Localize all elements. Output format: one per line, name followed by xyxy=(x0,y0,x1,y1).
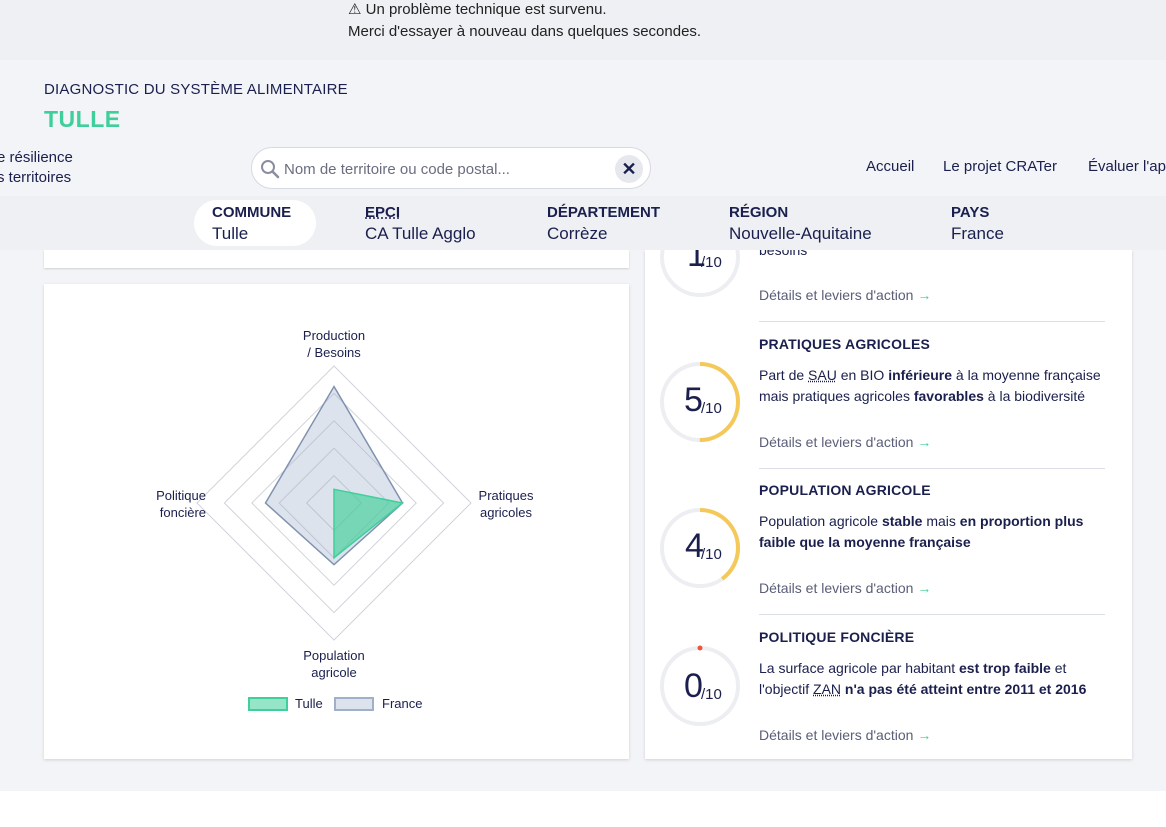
score-denominator: /10 xyxy=(701,686,722,703)
politique-text: La surface agricole par habitant est tro… xyxy=(759,660,1087,697)
brand-line-2[interactable]: s territoires xyxy=(0,169,71,186)
brand-line-1[interactable]: e résilience xyxy=(0,149,73,166)
score-gauge-population: 4 /10 xyxy=(657,505,743,591)
production-details-link[interactable]: Détails et leviers d'action → xyxy=(759,287,931,303)
legend-swatch-tulle xyxy=(248,697,288,711)
search-icon xyxy=(261,160,280,179)
previous-card xyxy=(44,250,629,268)
level-commune[interactable]: COMMUNE Tulle xyxy=(194,200,316,246)
politique-title: POLITIQUE FONCIÈRE xyxy=(759,629,915,645)
axis-label-population: Population agricole xyxy=(303,648,365,680)
legend-label-tulle: Tulle xyxy=(295,696,323,711)
legend-label-france: France xyxy=(382,696,423,711)
population-text: Population agricole stable mais en propo… xyxy=(759,513,1084,550)
nav-home[interactable]: Accueil xyxy=(866,158,914,175)
divider xyxy=(759,468,1105,469)
nav-project[interactable]: Le projet CRATer xyxy=(943,158,1057,175)
legend-swatch-france xyxy=(334,697,374,711)
gauge-zero-dot xyxy=(697,645,703,651)
axis-label-politique: Politique foncière xyxy=(156,488,206,520)
nav-evaluate[interactable]: Évaluer l'ap xyxy=(1088,158,1166,175)
error-message: ⚠ Un problème technique est survenu. xyxy=(348,1,607,18)
territory-levels: COMMUNE Tulle EPCI CA Tulle Agglo DÉPART… xyxy=(0,196,1166,250)
territory-name: TULLE xyxy=(44,106,121,132)
pratiques-text: Part de SAU en BIO inférieure à la moyen… xyxy=(759,367,1101,404)
diagnostic-title: DIAGNOSTIC DU SYSTÈME ALIMENTAIRE xyxy=(44,81,348,98)
radar-card: Production / Besoins Pratiques agricoles P… xyxy=(44,284,629,759)
population-details-link[interactable]: Détails et leviers d'action → xyxy=(759,580,931,596)
divider xyxy=(759,321,1105,322)
pratiques-title: PRATIQUES AGRICOLES xyxy=(759,336,931,352)
clear-search-button[interactable]: ✕ xyxy=(615,155,643,183)
population-title: POPULATION AGRICOLE xyxy=(759,482,931,498)
politique-details-link[interactable]: Détails et leviers d'action → xyxy=(759,727,931,743)
search-input[interactable] xyxy=(284,156,604,182)
error-hint: Merci d'essayer à nouveau dans quelques … xyxy=(348,23,702,40)
score-gauge-politique: 0 /10 xyxy=(657,643,743,729)
score-denominator: /10 xyxy=(701,546,722,563)
score-denominator: /10 xyxy=(701,254,722,271)
score-denominator: /10 xyxy=(701,400,722,417)
footer-space xyxy=(0,791,1166,827)
error-banner: ⚠ Un problème technique est survenu. Mer… xyxy=(0,0,1166,60)
axis-label-pratiques: Pratiques agricoles xyxy=(478,488,534,520)
pratiques-details-link[interactable]: Détails et leviers d'action → xyxy=(759,434,931,450)
divider xyxy=(759,614,1105,615)
score-gauge-pratiques: 5 /10 xyxy=(657,359,743,445)
axis-label-production: Production / Besoins xyxy=(302,328,366,360)
territory-search[interactable]: ✕ xyxy=(251,147,651,189)
